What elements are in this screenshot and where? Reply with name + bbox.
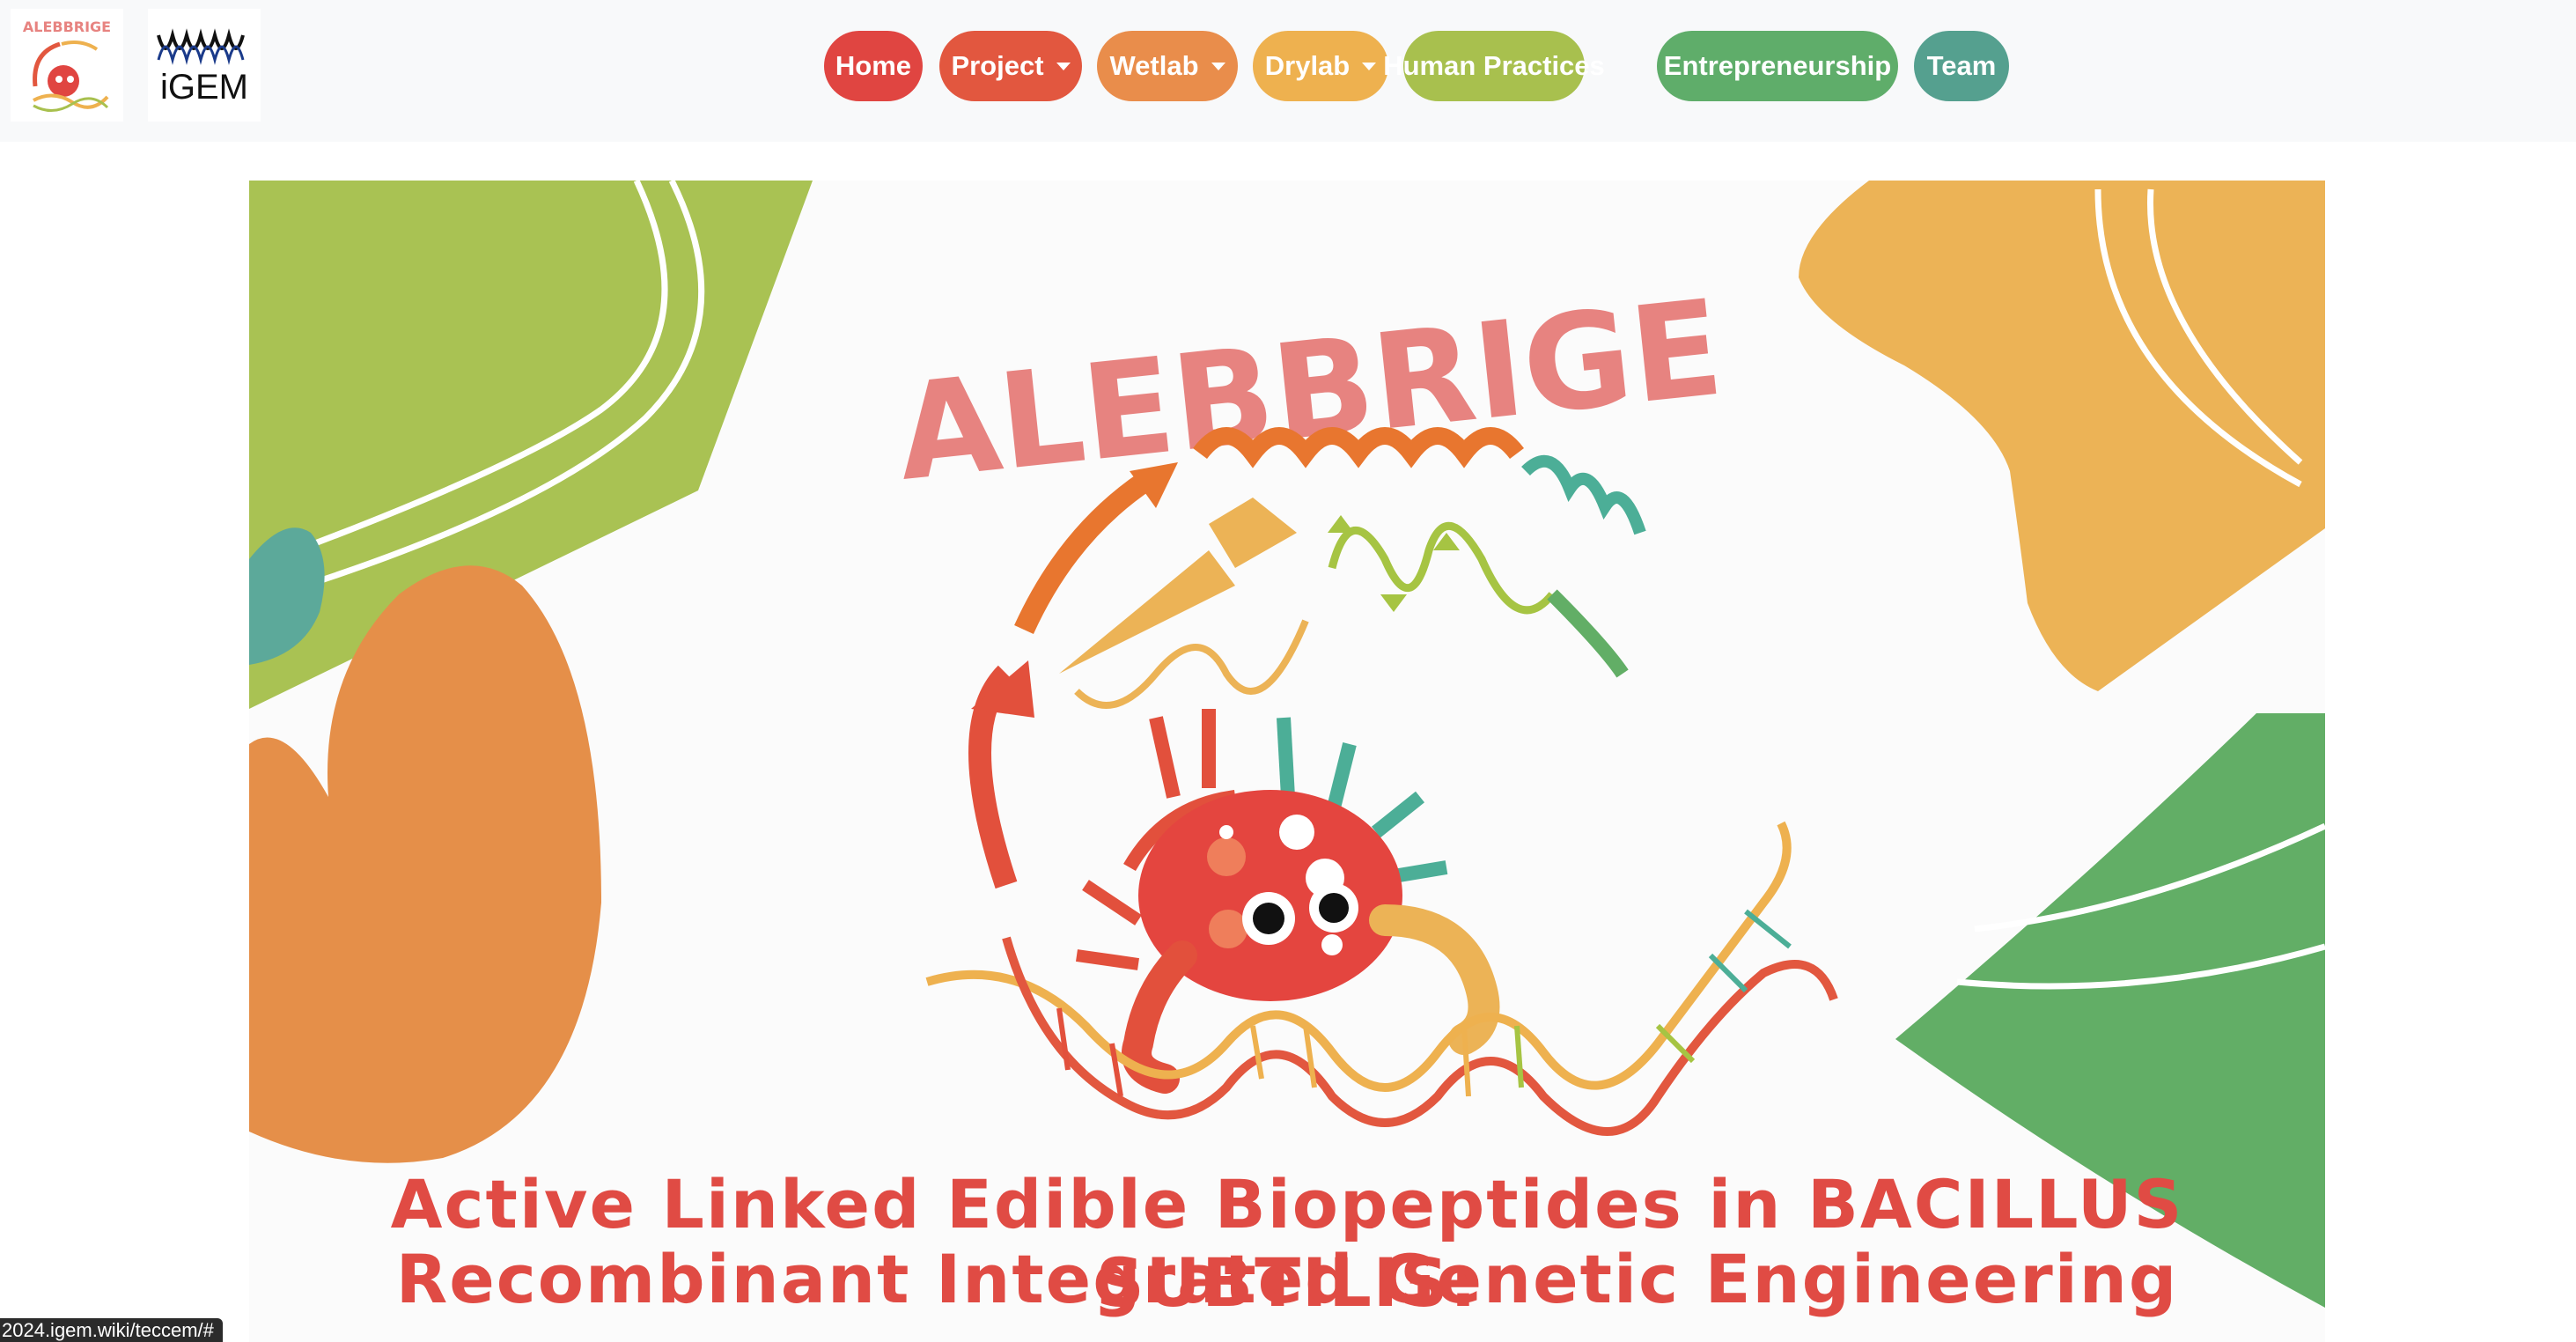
nav-team-label: Team bbox=[1926, 50, 1997, 81]
orange-arrow bbox=[1014, 471, 1153, 634]
hero-logo-word: ALEBBRIGE bbox=[890, 272, 1729, 511]
igem-logo-text: iGEM bbox=[160, 68, 248, 107]
helix-teal bbox=[1521, 454, 1646, 535]
nav-wetlab-dropdown[interactable]: Wetlab bbox=[1097, 31, 1238, 101]
status-url: 2024.igem.wiki/teccem/# bbox=[2, 1319, 214, 1341]
nav-drylab-dropdown[interactable]: Drylab bbox=[1253, 31, 1388, 101]
caret-down-icon bbox=[1211, 62, 1225, 70]
igem-logo-image: iGEM bbox=[157, 28, 248, 107]
nav-human-practices-label: Human Practices bbox=[1383, 50, 1605, 81]
nav-home[interactable]: Home bbox=[824, 31, 923, 101]
team-logo-image: ALEBBRIGE bbox=[23, 18, 111, 112]
nav-project-label: Project bbox=[951, 50, 1044, 81]
nav-entrepreneurship-label: Entrepreneurship bbox=[1663, 50, 1892, 81]
nav-home-label: Home bbox=[835, 50, 912, 81]
yellow-leaf-shape bbox=[1799, 181, 2325, 691]
caret-down-icon bbox=[1056, 62, 1071, 70]
team-logo[interactable]: ALEBBRIGE bbox=[11, 9, 123, 122]
nav-drylab-label: Drylab bbox=[1264, 50, 1351, 81]
team-logo-text: ALEBBRIGE bbox=[23, 18, 111, 35]
green-loops bbox=[1328, 521, 1556, 615]
nav-team[interactable]: Team bbox=[1914, 31, 2009, 101]
nav-human-practices[interactable]: Human Practices bbox=[1383, 31, 1605, 101]
nav-project-dropdown[interactable]: Project bbox=[939, 31, 1082, 101]
hero-banner: ALEBBRIGE Active Linked Edible Biopeptid… bbox=[249, 181, 2325, 1342]
caret-down-icon bbox=[1362, 62, 1377, 70]
nav-wetlab-label: Wetlab bbox=[1109, 50, 1199, 81]
creature-illustration bbox=[1076, 709, 1500, 1094]
igem-logo[interactable]: iGEM bbox=[148, 9, 261, 122]
navbar: ALEBBRIGE iGEM Home Project Wetlab Dryla… bbox=[0, 0, 2576, 142]
link-status-bar: 2024.igem.wiki/teccem/# bbox=[0, 1318, 223, 1342]
nav-entrepreneurship[interactable]: Entrepreneurship bbox=[1657, 31, 1898, 101]
hero-title-line-2: Recombinant Integrated Genetic Engineeri… bbox=[395, 1240, 2179, 1318]
